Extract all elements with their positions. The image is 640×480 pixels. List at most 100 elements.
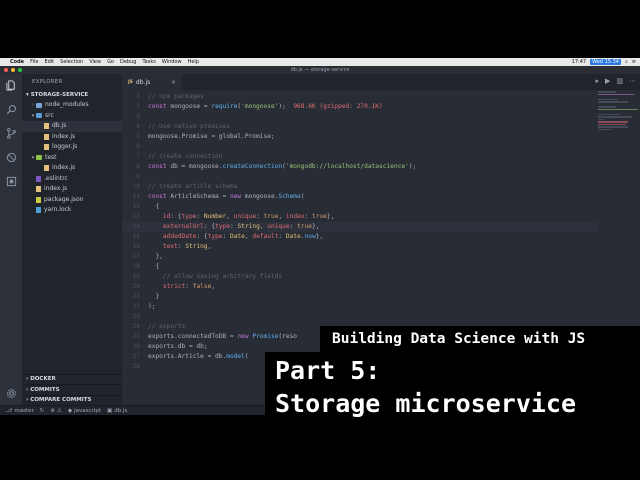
- close-window-icon[interactable]: [4, 68, 8, 72]
- code-token: exports.db = db;: [148, 343, 208, 350]
- code-line[interactable]: 23: [122, 312, 597, 322]
- code-line[interactable]: 12 {: [122, 202, 597, 212]
- line-number: 11: [132, 193, 140, 200]
- code-token: strict: [162, 283, 186, 290]
- code-line[interactable]: 21 }: [122, 292, 597, 302]
- menu-selection[interactable]: Selection: [60, 59, 83, 65]
- code-token: );: [278, 103, 294, 110]
- file-status[interactable]: ▣ db.js: [107, 408, 127, 414]
- code-token: externalUrl: [162, 223, 204, 230]
- tree-item-test[interactable]: ▾ test: [22, 153, 122, 164]
- code-line[interactable]: 6: [122, 142, 597, 152]
- tree-item-db-js[interactable]: db.js: [22, 121, 122, 132]
- code-line[interactable]: 2 const mongoose = require('mongoose'); 9…: [122, 102, 597, 112]
- menu-view[interactable]: View: [89, 59, 101, 65]
- files-icon[interactable]: [4, 78, 18, 92]
- debug-icon[interactable]: [4, 150, 18, 164]
- code-line[interactable]: 15 addedDate: {type: Date, default: Date…: [122, 232, 597, 242]
- tree-item-eslintrc[interactable]: .eslintrc: [22, 174, 122, 185]
- explorer-header: EXPLORER: [32, 79, 63, 85]
- code-line[interactable]: 4 // Use native promises: [122, 122, 597, 132]
- code-line[interactable]: 18 {: [122, 262, 597, 272]
- close-icon[interactable]: ×: [171, 79, 176, 86]
- minimap[interactable]: [598, 90, 640, 150]
- tree-item-src[interactable]: ▾ src: [22, 111, 122, 122]
- tree-item-yarn-lock[interactable]: yarn.lock: [22, 205, 122, 216]
- line-number: 24: [132, 323, 140, 330]
- menu-extras: 17:47 Wed 15:34 ⌕ ≡: [572, 59, 640, 65]
- tree-item-package-json[interactable]: package.json: [22, 195, 122, 206]
- maximize-window-icon[interactable]: [18, 68, 22, 72]
- menu-help[interactable]: Help: [188, 59, 199, 65]
- code-token: : {: [170, 213, 182, 220]
- code-token: :: [256, 213, 264, 220]
- code-token: ,: [207, 243, 212, 250]
- tree-item-src-index-js[interactable]: index.js: [22, 132, 122, 143]
- split-editor-icon[interactable]: ▥: [616, 77, 623, 85]
- code-line[interactable]: 22);: [122, 302, 597, 312]
- code-line[interactable]: 10 // create article schema: [122, 182, 597, 192]
- code-token: unique: [267, 223, 290, 230]
- video-frame: Code File Edit Selection View Go Debug T…: [0, 0, 640, 480]
- source-control-icon[interactable]: [4, 126, 18, 140]
- notification-icon[interactable]: ≡: [632, 59, 636, 65]
- code-line[interactable]: 5 mongoose.Promise = global.Promise;: [122, 132, 597, 142]
- menu-date-badge[interactable]: Wed 15:34: [590, 59, 621, 65]
- minimize-window-icon[interactable]: [11, 68, 15, 72]
- git-branch-status[interactable]: ⎇ master: [6, 408, 34, 414]
- menu-app-name[interactable]: Code: [10, 59, 24, 65]
- code-line[interactable]: 14 externalUrl: {type: String, unique: t…: [122, 222, 597, 232]
- menu-go[interactable]: Go: [107, 59, 114, 65]
- workspace-section-header[interactable]: ▾ STORAGE-SERVICE: [22, 90, 122, 100]
- code-line[interactable]: 9: [122, 172, 597, 182]
- menu-edit[interactable]: Edit: [44, 59, 54, 65]
- section-commits[interactable]: › COMMITS: [22, 384, 122, 395]
- code-line[interactable]: 1 // npm packages: [122, 92, 597, 102]
- code-line[interactable]: 7 // create connection: [122, 152, 597, 162]
- sync-status[interactable]: ↻: [40, 408, 45, 414]
- section-label: COMMITS: [30, 386, 60, 393]
- javascript-file-icon: [36, 186, 41, 193]
- code-token: :: [196, 213, 204, 220]
- menu-clock[interactable]: 17:47: [572, 59, 586, 65]
- tree-item-logger-js[interactable]: logger.js: [22, 142, 122, 153]
- code-token: db = mongoose.: [170, 163, 223, 170]
- code-line[interactable]: 11 const ArticleSchema = new mongoose.Sch…: [122, 192, 597, 202]
- code-line[interactable]: 20 strict: false,: [122, 282, 597, 292]
- code-line[interactable]: 17 },: [122, 252, 597, 262]
- code-line[interactable]: 16 text: String,: [122, 242, 597, 252]
- code-token: : {: [203, 223, 216, 230]
- play-icon[interactable]: ▶: [605, 77, 610, 85]
- code-line[interactable]: 13 id: {type: Number, unique: true, inde…: [122, 212, 597, 222]
- problems-status[interactable]: ⊗ ⚠: [50, 408, 62, 414]
- tree-item-node-modules[interactable]: › node_modules: [22, 100, 122, 111]
- section-compare-commits[interactable]: › COMPARE COMMITS: [22, 394, 122, 406]
- menu-tasks[interactable]: Tasks: [142, 59, 155, 65]
- section-label: DOCKER: [30, 376, 56, 382]
- tree-item-index-js[interactable]: index.js: [22, 184, 122, 195]
- more-actions-icon[interactable]: ⋯: [629, 77, 636, 85]
- section-docker[interactable]: › DOCKER: [22, 373, 122, 385]
- code-line[interactable]: 3: [122, 112, 597, 122]
- gear-icon[interactable]: [4, 386, 18, 400]
- json-file-icon: [36, 196, 41, 203]
- code-token: : {: [196, 233, 208, 240]
- menu-debug[interactable]: Debug: [120, 59, 136, 65]
- run-icon[interactable]: ▸: [595, 77, 599, 85]
- code-token: },: [315, 233, 324, 240]
- code-line[interactable]: 19 // allow saving arbitrary fields: [122, 272, 597, 282]
- line-number: 13: [132, 213, 140, 220]
- code-token: type: [181, 213, 197, 220]
- window-controls: [4, 68, 22, 72]
- spotlight-icon[interactable]: ⌕: [625, 59, 628, 65]
- search-icon[interactable]: [4, 102, 18, 116]
- extensions-icon[interactable]: [4, 174, 18, 188]
- menu-file[interactable]: File: [30, 59, 38, 65]
- tab-db-js[interactable]: JS db.js ×: [122, 74, 182, 90]
- menu-window[interactable]: Window: [162, 59, 182, 65]
- code-token: new: [229, 193, 245, 200]
- language-status[interactable]: ◆ javascript: [68, 408, 101, 414]
- code-line[interactable]: 8 const db = mongoose.createConnection('m…: [122, 162, 597, 172]
- tree-item-test-index-js[interactable]: index.js: [22, 163, 122, 174]
- tree-item-label: index.js: [52, 132, 76, 140]
